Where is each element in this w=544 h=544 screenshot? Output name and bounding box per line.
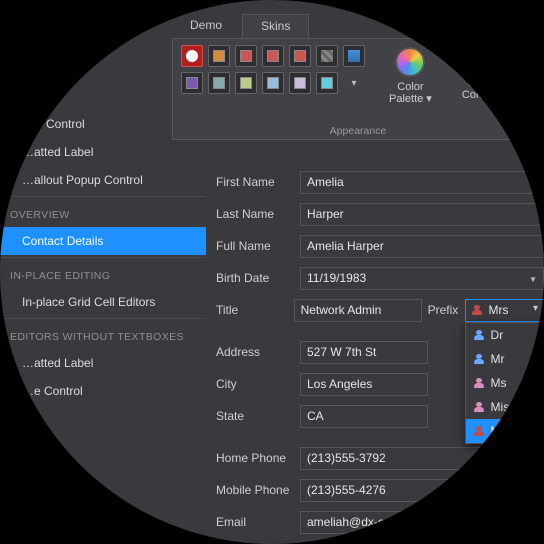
- person-icon: [472, 305, 482, 315]
- label-city: City: [214, 377, 300, 391]
- label-full-name: Full Name: [214, 239, 300, 253]
- birth-date-field[interactable]: 11/19/1983: [300, 267, 544, 290]
- skin-swatch[interactable]: [289, 45, 311, 67]
- prefix-option-miss[interactable]: Miss: [466, 395, 544, 419]
- skin-swatch[interactable]: [262, 72, 284, 94]
- full-name-field[interactable]: Amelia Harper: [300, 235, 544, 258]
- sidebar-item[interactable]: …atted Label: [0, 349, 206, 377]
- skin-swatch[interactable]: [289, 72, 311, 94]
- sidebar-header-notext: EDITORS WITHOUT TEXTBOXES: [0, 321, 206, 349]
- label-home-phone: Home Phone: [214, 451, 300, 465]
- sidebar-header-inplace: IN-PLACE EDITING: [0, 260, 206, 288]
- sidebar-item[interactable]: …atted Label: [0, 138, 206, 166]
- address-field[interactable]: 527 W 7th St: [300, 341, 428, 364]
- color-palette-label: Color Palette ▾: [389, 81, 432, 105]
- last-name-field[interactable]: Harper: [300, 203, 544, 226]
- prefix-option-ms[interactable]: Ms: [466, 371, 544, 395]
- sidebar-item[interactable]: …trol: [0, 82, 206, 110]
- label-state: State: [214, 409, 300, 423]
- skin-swatch[interactable]: [235, 45, 257, 67]
- label-email: Email: [214, 515, 300, 529]
- label-birth-date: Birth Date: [214, 271, 300, 285]
- email-field[interactable]: ameliah@dx-email.com: [300, 511, 544, 534]
- gallery-expand-icon[interactable]: ▾: [343, 72, 365, 94]
- sidebar-header-overview: OVERVIEW: [0, 199, 206, 227]
- form-corners-button[interactable]: Form Corners: [456, 45, 507, 137]
- prefix-option-mrs[interactable]: Mrs: [466, 419, 544, 443]
- person-icon: [474, 378, 484, 388]
- label-title: Title: [214, 303, 294, 317]
- skin-swatch[interactable]: [208, 45, 230, 67]
- color-palette-button[interactable]: Color Palette ▾: [383, 45, 438, 137]
- skin-swatch[interactable]: [208, 72, 230, 94]
- mobile-phone-field[interactable]: (213)555-4276: [300, 479, 544, 502]
- skin-swatch-selected[interactable]: [181, 45, 203, 67]
- skin-swatch[interactable]: [262, 45, 284, 67]
- label-mobile-phone: Mobile Phone: [214, 483, 300, 497]
- sidebar-item-contact-details[interactable]: Contact Details: [0, 227, 206, 255]
- sidebar: …trol …w Control …atted Label …allout Po…: [0, 82, 206, 405]
- prefix-value: Mrs: [489, 303, 509, 317]
- label-prefix: Prefix: [422, 303, 465, 317]
- sidebar-item[interactable]: …e Control: [0, 377, 206, 405]
- sidebar-item[interactable]: …w Control: [0, 110, 206, 138]
- city-field[interactable]: Los Angeles: [300, 373, 428, 396]
- palette-icon: [395, 47, 425, 77]
- form-corners-icon: [468, 47, 494, 73]
- label-first-name: First Name: [214, 175, 300, 189]
- label-last-name: Last Name: [214, 207, 300, 221]
- form-corners-label: Form Corners: [462, 77, 501, 101]
- ribbon-appearance-group: ▾ Color Palette ▾ Form Corners Appearanc…: [172, 38, 544, 140]
- prefix-option-dr[interactable]: Dr: [466, 323, 544, 347]
- person-icon: [474, 354, 484, 364]
- home-phone-field[interactable]: (213)555-3792: [300, 447, 544, 470]
- person-icon: [474, 402, 484, 412]
- contact-form: First Name Amelia Last Name Harper Full …: [214, 158, 544, 544]
- person-icon: [474, 330, 484, 340]
- sidebar-item-inplace-grid[interactable]: In-place Grid Cell Editors: [0, 288, 206, 316]
- skin-gallery[interactable]: ▾: [181, 45, 365, 137]
- skin-swatch[interactable]: [316, 72, 338, 94]
- prefix-option-mr[interactable]: Mr: [466, 347, 544, 371]
- prefix-dropdown: Dr Mr Ms Miss Mrs: [465, 322, 544, 444]
- skin-swatch[interactable]: [235, 72, 257, 94]
- ribbon-group-caption: Appearance: [173, 125, 543, 137]
- state-field[interactable]: CA: [300, 405, 428, 428]
- person-icon: [474, 426, 484, 436]
- tab-demo[interactable]: Demo: [172, 14, 240, 39]
- sidebar-item[interactable]: …allout Popup Control: [0, 166, 206, 194]
- ribbon-tabs: Demo Skins: [172, 14, 309, 39]
- label-address: Address: [214, 345, 300, 359]
- skin-swatch[interactable]: [343, 45, 365, 67]
- tab-skins[interactable]: Skins: [242, 14, 309, 39]
- title-field[interactable]: Network Admin: [294, 299, 422, 322]
- skin-swatch[interactable]: [316, 45, 338, 67]
- prefix-combo[interactable]: Mrs: [465, 299, 544, 322]
- first-name-field[interactable]: Amelia: [300, 171, 544, 194]
